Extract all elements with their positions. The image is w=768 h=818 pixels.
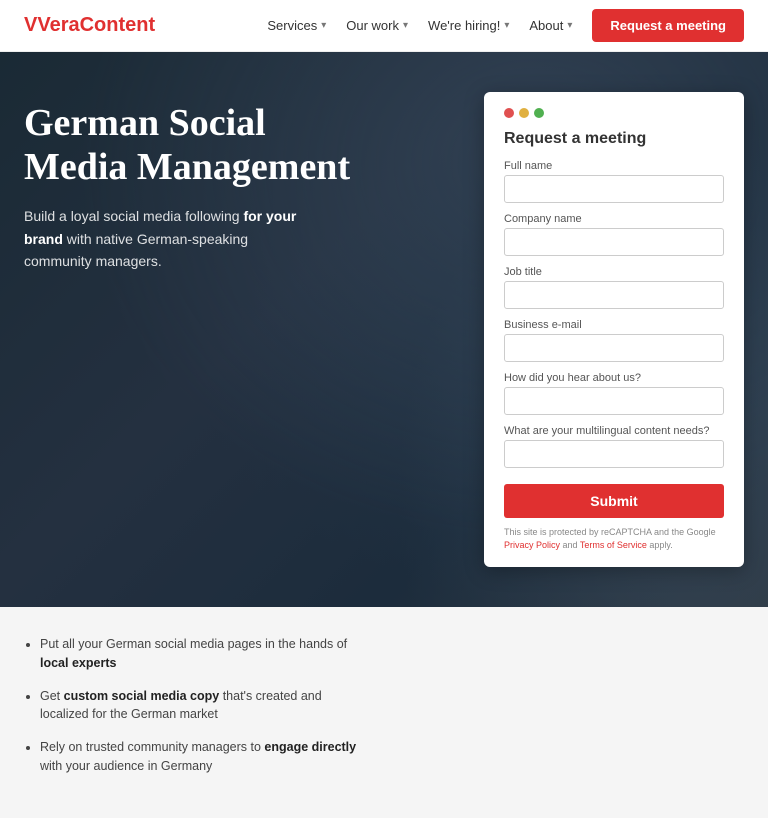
list-item: Rely on trusted community managers to en…	[40, 738, 364, 776]
benefits-list: Put all your German social media pages i…	[24, 635, 364, 790]
chevron-down-icon: ▾	[504, 20, 509, 31]
list-item: Put all your German social media pages i…	[40, 635, 364, 673]
main-nav: Services ▾ Our work ▾ We're hiring! ▾ Ab…	[267, 9, 744, 42]
form-footer-and: and	[560, 540, 580, 550]
meeting-form-card: Request a meeting Full name Company name…	[484, 92, 744, 567]
form-group-howhear: How did you hear about us?	[504, 372, 724, 415]
nav-services[interactable]: Services ▾	[267, 18, 326, 33]
hero-title: German Social Media Management	[24, 102, 364, 189]
logo-text: Vera	[37, 14, 79, 36]
form-group-email: Business e-mail	[504, 319, 724, 362]
nav-hiring-label: We're hiring!	[428, 18, 500, 33]
nav-about[interactable]: About ▾	[529, 18, 572, 33]
dot-red	[504, 108, 514, 118]
form-label-howhear: How did you hear about us?	[504, 372, 724, 384]
lower-right-area	[404, 635, 744, 790]
form-label-email: Business e-mail	[504, 319, 724, 331]
list-item: Get custom social media copy that's crea…	[40, 687, 364, 725]
list-item-text-after: with your audience in Germany	[40, 759, 212, 773]
form-group-company: Company name	[504, 213, 724, 256]
form-group-fullname: Full name	[504, 160, 724, 203]
form-footer-text: This site is protected by reCAPTCHA and …	[504, 527, 716, 537]
nav-about-label: About	[529, 18, 563, 33]
header: VVeraContent Services ▾ Our work ▾ We're…	[0, 0, 768, 52]
lower-section: Put all your German social media pages i…	[0, 607, 768, 818]
logo-content: Content	[80, 14, 156, 36]
list-item-text-before: Put all your German social media pages i…	[40, 637, 347, 651]
submit-button[interactable]: Submit	[504, 484, 724, 518]
chevron-down-icon: ▾	[567, 20, 572, 31]
hero-section: German Social Media Management Build a l…	[0, 52, 768, 607]
form-input-howhear[interactable]	[504, 387, 724, 415]
nav-our-work-label: Our work	[346, 18, 399, 33]
list-item-text-before: Rely on trusted community managers to	[40, 740, 264, 754]
privacy-policy-link[interactable]: Privacy Policy	[504, 540, 560, 550]
form-input-fullname[interactable]	[504, 175, 724, 203]
form-input-contentneeds[interactable]	[504, 440, 724, 468]
form-footer: This site is protected by reCAPTCHA and …	[504, 526, 724, 551]
form-input-company[interactable]	[504, 228, 724, 256]
hero-subtitle-part1: Build a loyal social media following	[24, 208, 243, 224]
form-title: Request a meeting	[504, 130, 724, 148]
dot-green	[534, 108, 544, 118]
dot-yellow	[519, 108, 529, 118]
list-item-bold: engage directly	[264, 740, 356, 754]
form-input-email[interactable]	[504, 334, 724, 362]
window-dots	[504, 108, 724, 118]
list-item-bold: local experts	[40, 656, 116, 670]
nav-services-label: Services	[267, 18, 317, 33]
form-label-jobtitle: Job title	[504, 266, 724, 278]
tos-link[interactable]: Terms of Service	[580, 540, 647, 550]
list-item-text-before: Get	[40, 689, 64, 703]
logo[interactable]: VVeraContent	[24, 14, 155, 37]
form-label-contentneeds: What are your multilingual content needs…	[504, 425, 724, 437]
form-group-contentneeds: What are your multilingual content needs…	[504, 425, 724, 468]
form-label-company: Company name	[504, 213, 724, 225]
hero-content: German Social Media Management Build a l…	[24, 92, 364, 273]
form-footer-suffix: apply.	[647, 540, 673, 550]
chevron-down-icon: ▾	[321, 20, 326, 31]
nav-our-work[interactable]: Our work ▾	[346, 18, 408, 33]
logo-v: V	[24, 14, 37, 36]
chevron-down-icon: ▾	[403, 20, 408, 31]
request-meeting-button[interactable]: Request a meeting	[592, 9, 744, 42]
list-item-bold: custom social media copy	[64, 689, 220, 703]
hero-subtitle: Build a loyal social media following for…	[24, 205, 304, 272]
form-group-jobtitle: Job title	[504, 266, 724, 309]
form-input-jobtitle[interactable]	[504, 281, 724, 309]
form-label-fullname: Full name	[504, 160, 724, 172]
nav-hiring[interactable]: We're hiring! ▾	[428, 18, 509, 33]
